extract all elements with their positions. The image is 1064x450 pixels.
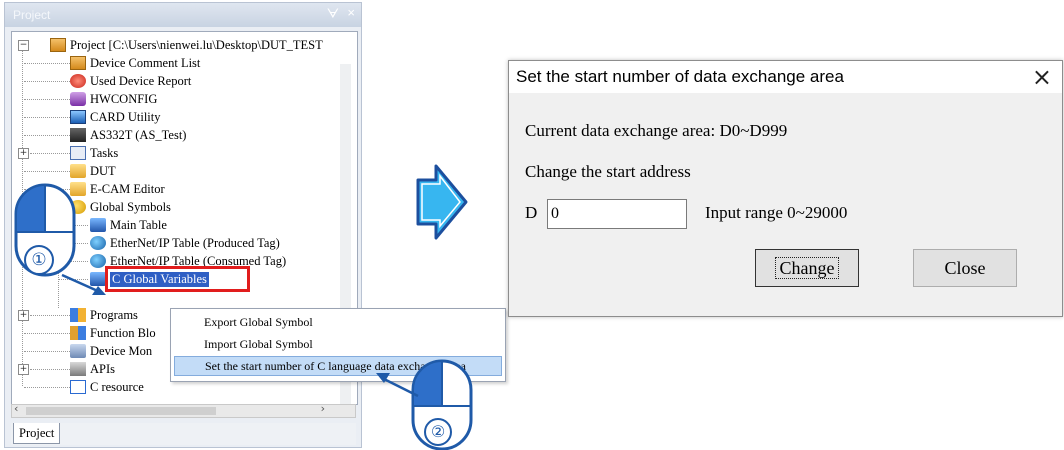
close-icon[interactable]: × bbox=[1032, 63, 1052, 91]
change-start-label: Change the start address bbox=[525, 162, 691, 181]
dialog-title: Set the start number of data exchange ar… bbox=[516, 67, 844, 86]
next-step-arrow-icon bbox=[416, 164, 468, 240]
current-area-label: Current data exchange area: D0~D999 bbox=[525, 121, 788, 140]
step1-badge: ① bbox=[24, 245, 54, 275]
input-range-label: Input range 0~29000 bbox=[705, 203, 848, 222]
mouse-step2-icon bbox=[376, 359, 473, 450]
change-button[interactable]: Change bbox=[755, 249, 859, 287]
d-prefix-label: D bbox=[525, 203, 538, 222]
dialog-titlebar: Set the start number of data exchange ar… bbox=[509, 61, 1062, 93]
start-address-input[interactable]: 0 bbox=[547, 199, 687, 229]
mouse-step1-icon bbox=[14, 183, 106, 295]
exchange-area-dialog: Set the start number of data exchange ar… bbox=[508, 60, 1063, 317]
close-button[interactable]: Close bbox=[913, 249, 1017, 287]
step2-badge: ② bbox=[424, 418, 452, 446]
